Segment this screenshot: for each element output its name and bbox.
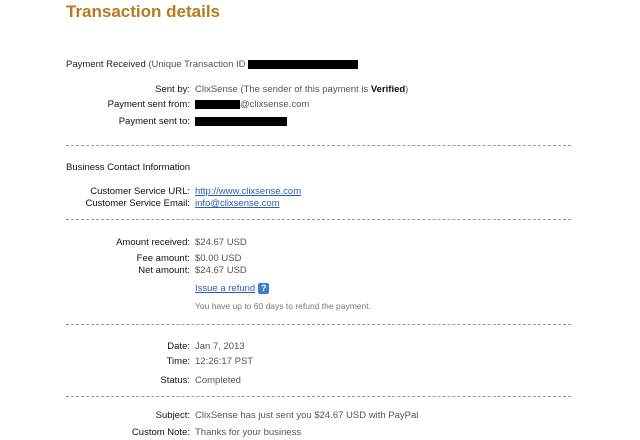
date-value: Jan 7, 2013 [195,341,245,352]
customer-service-email-value: info@clixsense.com [195,198,280,209]
redacted-recipient [195,116,287,126]
status-label: Status: [160,375,190,386]
subject-label: Subject: [155,410,190,421]
customer-service-email-label: Customer Service Email: [85,198,190,209]
payment-received-label: Payment Received [66,59,146,70]
net-amount-value: $24.67 USD [195,265,247,276]
issue-refund-row: Issue a refund? [195,283,270,294]
sent-by-label: Sent by: [155,84,190,95]
time-value: 12:26:17 PST [195,356,254,367]
help-icon[interactable]: ? [258,283,270,294]
issue-refund-link[interactable]: Issue a refund [195,283,255,294]
date-label: Date: [167,341,190,352]
divider-2 [66,219,571,220]
customer-service-url-link[interactable]: http://www.clixsense.com [195,186,301,197]
page-title: Transaction details [66,2,220,21]
divider-3 [66,324,571,325]
sent-from-domain: @clixsense.com [240,99,310,110]
sent-by-close: ) [405,84,409,95]
custom-note-label: Custom Note: [131,427,190,438]
refund-note: You have up to 60 days to refund the pay… [195,301,371,311]
redacted-transaction-id [248,59,359,69]
divider-1 [66,145,571,146]
fee-amount-label: Fee amount: [136,253,190,264]
redacted-email-user [195,99,240,109]
sent-by-text: ClixSense (The sender of this payment is [195,84,371,95]
business-contact-heading: Business Contact Information [66,162,191,173]
time-label: Time: [166,356,190,367]
sent-by-value: ClixSense (The sender of this payment is… [195,84,408,95]
fee-amount-value: $0.00 USD [195,253,242,264]
amount-received-label: Amount received: [116,237,190,248]
amount-received-value: $24.67 USD [195,237,247,248]
transaction-id-prefix: (Unique Transaction ID [148,59,246,70]
sent-to-label: Payment sent to: [118,116,190,127]
payment-received-line: Payment Received (Unique Transaction ID [66,59,359,70]
verified-text: Verified [370,84,406,95]
sent-from-label: Payment sent from: [107,99,190,110]
net-amount-label: Net amount: [138,265,190,276]
sent-from-value: @clixsense.com [195,99,309,110]
customer-service-url-value: http://www.clixsense.com [195,186,301,197]
divider-4 [66,396,571,397]
customer-service-email-link[interactable]: info@clixsense.com [195,198,280,209]
custom-note-value: Thanks for your business [195,427,302,438]
status-value: Completed [195,375,241,386]
sent-to-value [195,116,287,127]
customer-service-url-label: Customer Service URL: [90,186,190,197]
subject-value: ClixSense has just sent you $24.67 USD w… [195,410,419,421]
